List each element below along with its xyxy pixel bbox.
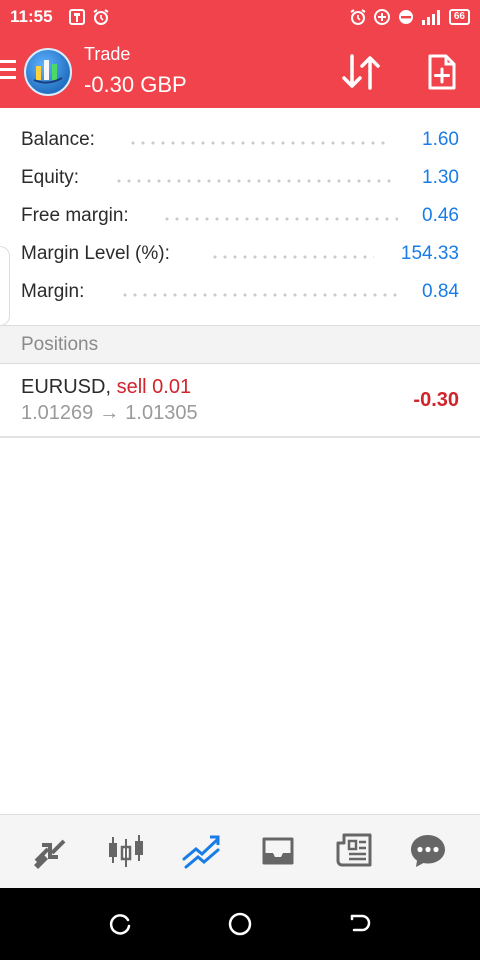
messages-icon[interactable] bbox=[408, 831, 448, 871]
app-logo bbox=[24, 48, 72, 96]
margin-label: Margin: bbox=[21, 281, 85, 302]
metatrader-logo-icon bbox=[33, 60, 63, 84]
menu-icon[interactable] bbox=[0, 60, 16, 82]
floating-profit: -0.30 GBP bbox=[84, 72, 187, 97]
balance-label: Balance: bbox=[21, 129, 95, 150]
position-profit: -0.30 bbox=[413, 389, 459, 411]
dotted-leader bbox=[162, 217, 398, 221]
dotted-leader bbox=[210, 255, 374, 259]
equity-label: Equity: bbox=[21, 167, 80, 188]
open-price: 1.01269 bbox=[21, 402, 94, 424]
margin-level-value: 154.33 bbox=[400, 243, 459, 264]
news-icon[interactable] bbox=[334, 831, 374, 871]
position-symbol: EURUSD, bbox=[21, 376, 112, 398]
position-side: sell 0.01 bbox=[116, 376, 192, 398]
equity-value: 1.30 bbox=[422, 167, 459, 188]
new-order-button[interactable] bbox=[422, 52, 462, 92]
add-circle-icon bbox=[373, 9, 390, 25]
trade-icon[interactable] bbox=[182, 831, 222, 871]
margin-level-row: Margin Level (%): 154.33 bbox=[0, 235, 480, 273]
dotted-leader bbox=[120, 293, 398, 297]
free-margin-row: Free margin: 0.46 bbox=[0, 197, 480, 235]
app-bar: Trade -0.30 GBP bbox=[0, 36, 480, 108]
balance-row: Balance: 1.60 bbox=[0, 121, 480, 159]
status-right-icons: 66 bbox=[349, 8, 470, 26]
quotes-icon[interactable] bbox=[30, 831, 70, 871]
alarm-icon bbox=[93, 9, 109, 25]
positions-title: Positions bbox=[21, 334, 99, 355]
signal-icon bbox=[421, 10, 440, 25]
position-symbol-line: EURUSD, sell 0.01 bbox=[21, 376, 191, 399]
status-time: 11:55 bbox=[10, 7, 53, 26]
battery-icon: 66 bbox=[448, 9, 470, 25]
back-icon[interactable] bbox=[348, 912, 372, 936]
position-row[interactable]: EURUSD, sell 0.01 1.01269 → 1.01305 -0.30 bbox=[0, 364, 480, 438]
margin-row: Margin: 0.84 bbox=[0, 273, 480, 311]
free-margin-value: 0.46 bbox=[422, 205, 459, 226]
margin-value: 0.84 bbox=[422, 281, 459, 302]
dotted-leader bbox=[114, 179, 396, 183]
equity-row: Equity: 1.30 bbox=[0, 159, 480, 197]
position-prices: 1.01269 → 1.01305 bbox=[21, 402, 198, 425]
system-nav bbox=[0, 888, 480, 960]
home-icon[interactable] bbox=[228, 912, 252, 936]
sort-button[interactable] bbox=[340, 52, 384, 92]
do-not-disturb-icon bbox=[398, 10, 413, 24]
status-left-icons bbox=[68, 8, 110, 26]
balance-value: 1.60 bbox=[422, 129, 459, 150]
free-margin-label: Free margin: bbox=[21, 205, 129, 226]
alarm-icon bbox=[350, 9, 366, 25]
history-icon[interactable] bbox=[258, 831, 298, 871]
bottom-nav bbox=[0, 814, 480, 888]
side-drawer-handle[interactable] bbox=[0, 246, 10, 326]
current-price: 1.01305 bbox=[125, 402, 198, 424]
dotted-leader bbox=[128, 141, 390, 145]
price-arrow: → bbox=[99, 402, 120, 424]
positions-header: Positions bbox=[0, 325, 480, 364]
recents-icon[interactable] bbox=[108, 912, 132, 936]
sim-toolkit-icon bbox=[69, 9, 85, 25]
status-bar: 11:55 66 bbox=[0, 0, 480, 36]
page-title: Trade bbox=[84, 44, 131, 64]
margin-level-label: Margin Level (%): bbox=[21, 243, 170, 264]
chart-icon[interactable] bbox=[106, 831, 146, 871]
